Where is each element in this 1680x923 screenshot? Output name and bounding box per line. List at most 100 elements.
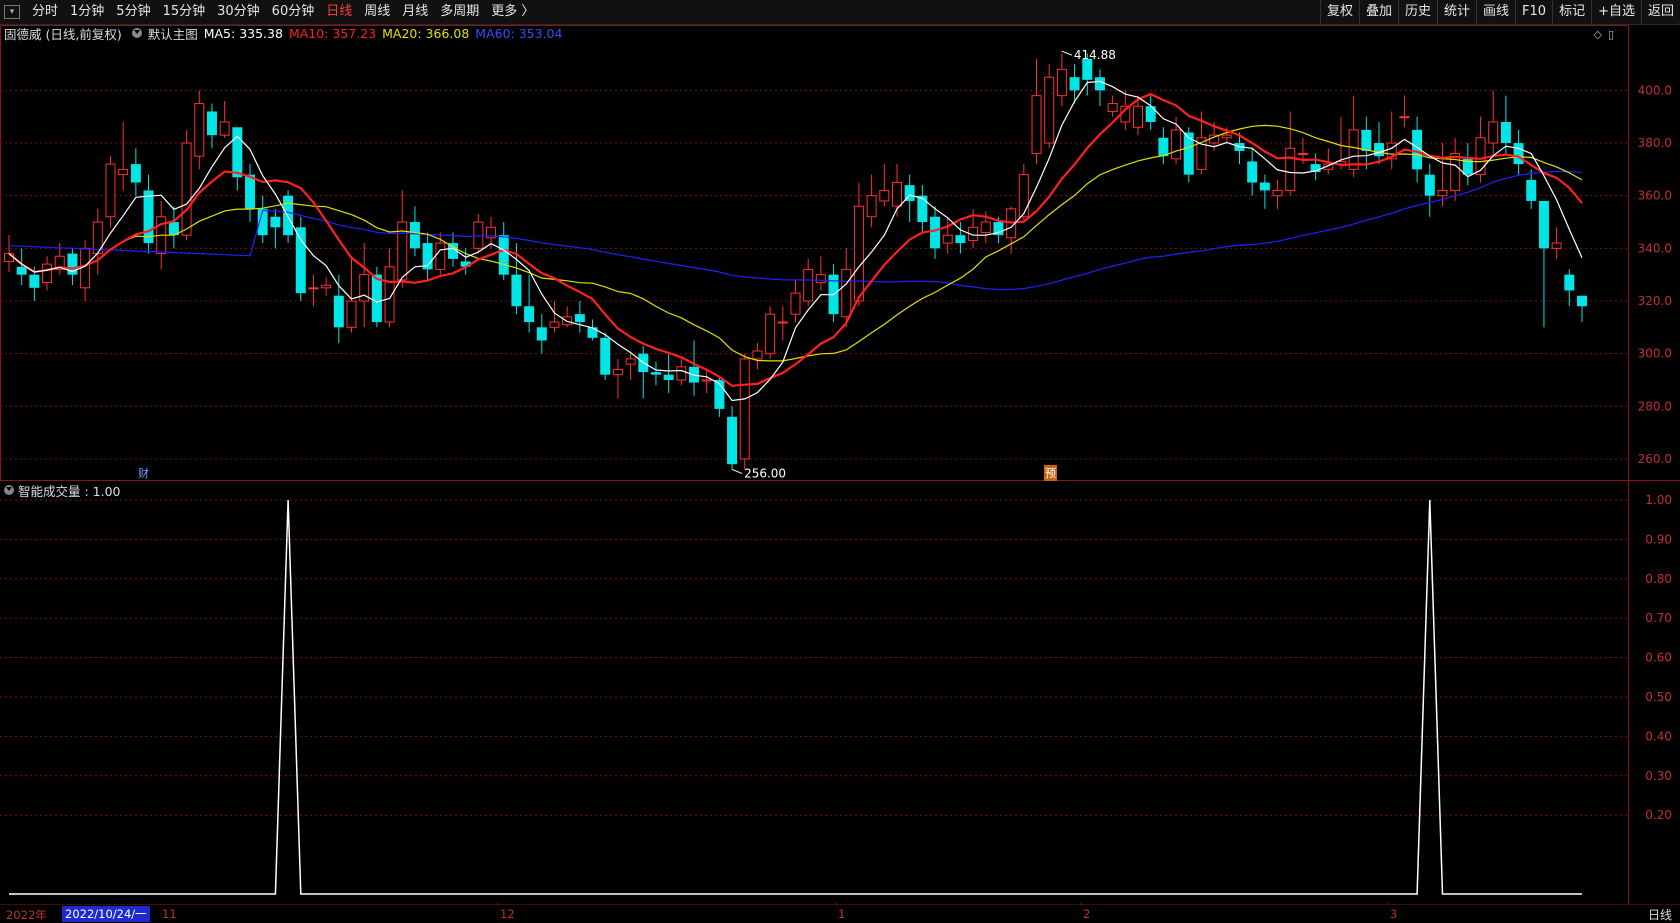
candle-body: [1538, 200, 1549, 249]
tool-button[interactable]: 历史: [1397, 0, 1437, 24]
tool-button[interactable]: 画线: [1476, 0, 1515, 24]
month-label: 3: [1390, 907, 1398, 921]
candle-body: [866, 195, 877, 218]
tool-button[interactable]: 叠加: [1358, 0, 1398, 24]
tool-button[interactable]: F10: [1515, 0, 1552, 24]
candle-body: [841, 268, 852, 318]
candle-body: [333, 295, 344, 328]
candle-body: [42, 263, 53, 284]
period-tab[interactable]: 更多 〉: [485, 0, 540, 24]
candle-body: [295, 227, 306, 294]
candle-body: [181, 142, 192, 236]
candle-body: [498, 235, 509, 275]
forecast-tag[interactable]: 预: [1044, 465, 1057, 481]
indicator-title: 智能成交量 : 1.00: [18, 483, 121, 499]
indicator-tick-label: 0.70: [1645, 611, 1672, 625]
tool-button[interactable]: 复权: [1319, 0, 1359, 24]
period-tab[interactable]: 15分钟: [157, 0, 212, 24]
candle-body: [29, 274, 40, 288]
candle-body: [206, 111, 217, 136]
candle-body: [587, 327, 598, 338]
candle-body: [511, 274, 522, 307]
period-tab[interactable]: 60分钟: [266, 0, 321, 24]
period-label[interactable]: 日线: [1648, 906, 1672, 923]
tool-button[interactable]: 统计: [1437, 0, 1476, 24]
period-tab[interactable]: 1分钟: [64, 0, 110, 24]
candle-body: [663, 374, 674, 380]
price-tick-label: 260.0: [1638, 452, 1672, 466]
month-label: 12: [500, 907, 515, 921]
high-price-label: 414.88: [1074, 48, 1116, 62]
candle-body: [955, 235, 966, 244]
candle-body: [1018, 174, 1029, 218]
indicator-tick-label: 0.60: [1645, 651, 1672, 665]
period-tab[interactable]: 分时: [26, 0, 64, 24]
ma10-line: [8, 92, 1583, 387]
low-marker: [731, 469, 743, 474]
candle-body: [1285, 147, 1296, 191]
candle-body: [1272, 189, 1283, 197]
period-nav: ▾ 分时 1分钟 5分钟 15分钟 30分钟 60分钟 日线 周线 月线 多周期 更多 〉: [0, 0, 540, 24]
candle-body: [930, 216, 941, 249]
price-tick-label: 300.0: [1638, 347, 1672, 361]
tool-button[interactable]: 返回: [1640, 0, 1680, 24]
candle-body: [232, 127, 243, 178]
candle-body: [803, 268, 814, 302]
candle-body: [1031, 95, 1042, 155]
indicator-tick-label: 0.30: [1645, 769, 1672, 783]
candle-body: [1171, 129, 1182, 160]
period-tab[interactable]: 30分钟: [211, 0, 266, 24]
price-tick-label: 340.0: [1638, 241, 1672, 255]
candle-body: [371, 274, 382, 323]
ma20-line: [8, 124, 1583, 362]
candle-body: [574, 314, 585, 323]
candle-body: [701, 379, 712, 382]
candle-body: [473, 221, 484, 249]
period-tab[interactable]: 多周期: [434, 0, 485, 24]
candle-body: [625, 358, 636, 365]
sub-chart-info: 智能成交量 : 1.00: [0, 482, 121, 499]
period-tab[interactable]: 周线: [358, 0, 396, 24]
candle-body: [853, 205, 864, 302]
tool-button[interactable]: 标记: [1552, 0, 1591, 24]
menu-icon[interactable]: ▾: [4, 5, 20, 19]
tool-button[interactable]: +自选: [1591, 0, 1641, 24]
selected-date: 2022/10/24/一: [62, 906, 150, 922]
indicator-dropdown-icon[interactable]: [4, 485, 14, 495]
candle-body: [194, 103, 205, 157]
candle-body: [1247, 161, 1258, 183]
candle-body: [650, 372, 661, 375]
candle-body: [980, 221, 991, 234]
date-axis: 2022年 2022/10/24/一 11 12 1 2 3: [0, 906, 1630, 923]
period-tab[interactable]: 月线: [396, 0, 434, 24]
candle-body: [1513, 143, 1524, 165]
indicator-tick-label: 0.90: [1645, 532, 1672, 546]
candle-body: [245, 174, 256, 209]
indicator-tick-label: 0.50: [1645, 690, 1672, 704]
candle-body: [1500, 121, 1511, 144]
main-frame: [0, 25, 1629, 481]
finance-tag[interactable]: 财: [138, 465, 149, 481]
top-toolbar: ▾ 分时 1分钟 5分钟 15分钟 30分钟 60分钟 日线 周线 月线 多周期 更多 〉 复权 叠加…: [0, 0, 1680, 25]
candle-body: [752, 350, 763, 360]
candle-body: [879, 189, 890, 202]
candle-body: [942, 234, 953, 244]
candle-body: [118, 168, 129, 176]
candle-body: [1158, 137, 1169, 157]
period-tab[interactable]: 5分钟: [110, 0, 156, 24]
candle-body: [549, 321, 560, 328]
candle-body: [16, 266, 27, 275]
candle-body: [600, 337, 611, 375]
candle-body: [739, 358, 750, 460]
candle-body: [105, 163, 116, 218]
year-label: 2022年: [6, 908, 47, 922]
candle-body: [308, 287, 319, 290]
candle-body: [1056, 68, 1067, 97]
candle-body: [346, 300, 357, 328]
candle-body: [283, 195, 294, 236]
indicator-tick-label: 1.00: [1645, 493, 1672, 507]
period-tab[interactable]: 日线: [320, 0, 358, 24]
candle-body: [1577, 295, 1587, 307]
candle-body: [1488, 121, 1499, 144]
kline-chart[interactable]: 400.0 380.0 360.0 340.0 320.0 300.0 280.0 260.0…: [0, 25, 1680, 905]
